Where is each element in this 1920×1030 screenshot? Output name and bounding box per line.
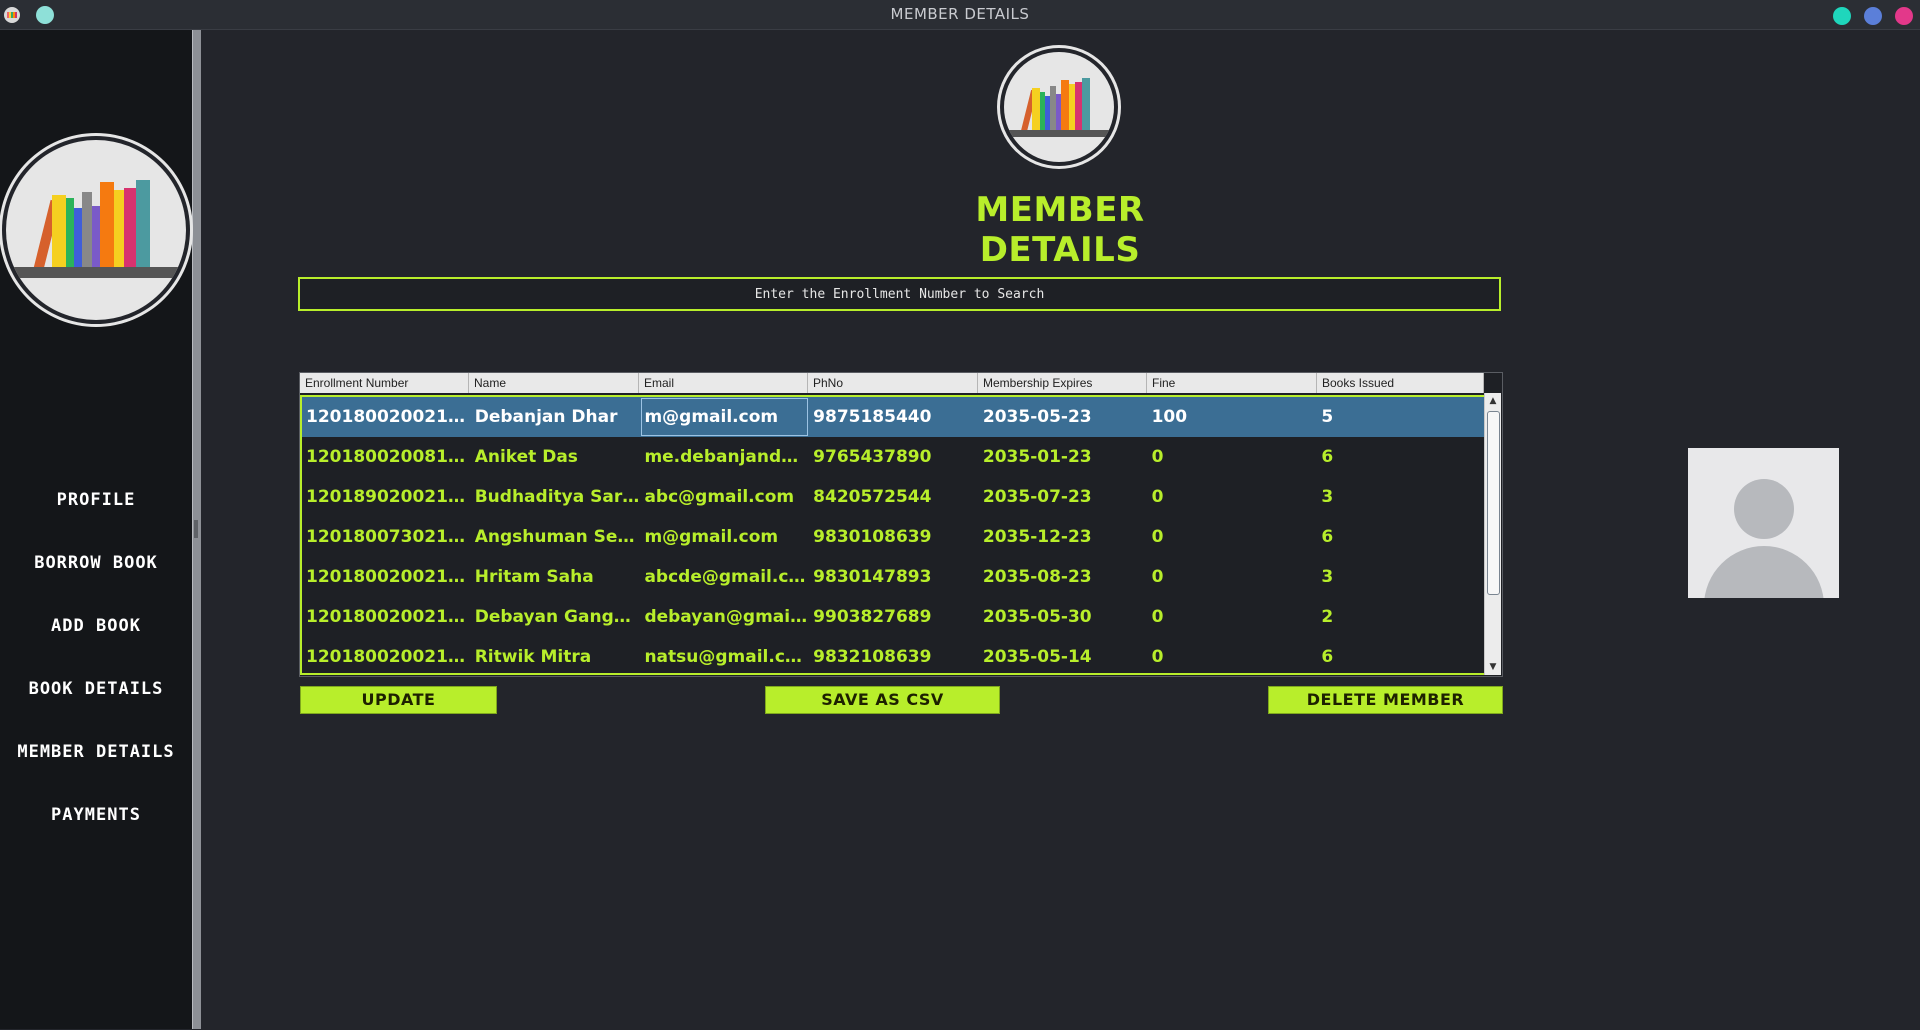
cell-books-issued[interactable]: 2 <box>1317 597 1484 637</box>
scroll-up-icon[interactable]: ▲ <box>1485 395 1501 407</box>
members-table: Enrollment Number Name Email PhNo Member… <box>299 372 1503 677</box>
window-title: MEMBER DETAILS <box>890 5 1030 23</box>
cell-expires[interactable]: 2035-12-23 <box>979 517 1148 557</box>
cell-fine[interactable]: 0 <box>1148 637 1318 673</box>
books-logo-icon <box>6 140 186 320</box>
cell-fine[interactable]: 0 <box>1148 557 1318 597</box>
cell-email[interactable]: m@gmail.com <box>640 517 809 557</box>
sidebar-item-profile[interactable]: PROFILE <box>0 490 192 510</box>
maximize-button[interactable] <box>1864 7 1882 25</box>
sidebar-item-payments[interactable]: PAYMENTS <box>0 805 192 825</box>
cell-email[interactable]: m@gmail.com <box>640 397 809 437</box>
avatar-placeholder-icon <box>1688 448 1839 598</box>
cell-fine[interactable]: 0 <box>1148 437 1318 477</box>
cell-name[interactable]: Angshuman Sen... <box>471 517 641 557</box>
delete-member-button[interactable]: DELETE MEMBER <box>1268 686 1503 714</box>
scroll-thumb[interactable] <box>1487 411 1500 595</box>
page-title: MEMBER DETAILS <box>975 190 1145 270</box>
cell-phone[interactable]: 9830108639 <box>809 517 979 557</box>
table-row[interactable]: 12018007302165 Angshuman Sen... m@gmail.… <box>302 517 1484 557</box>
cell-name[interactable]: Budhaditya Sarkar <box>471 477 641 517</box>
cell-enrollment[interactable]: 12018902002169 <box>302 477 471 517</box>
cell-name[interactable]: Debanjan Dhar <box>471 397 641 437</box>
table-row[interactable]: 12018002002165 Ritwik Mitra natsu@gmail.… <box>302 637 1484 673</box>
table-header: Enrollment Number Name Email PhNo Member… <box>300 373 1484 393</box>
cell-expires[interactable]: 2035-07-23 <box>979 477 1148 517</box>
cell-phone[interactable]: 9830147893 <box>809 557 979 597</box>
search-input[interactable] <box>298 277 1501 311</box>
cell-fine[interactable]: 0 <box>1148 477 1318 517</box>
save-csv-button[interactable]: SAVE AS CSV <box>765 686 1000 714</box>
minimize-button[interactable] <box>1833 7 1851 25</box>
cell-phone[interactable]: 9903827689 <box>809 597 979 637</box>
cell-fine[interactable]: 0 <box>1148 597 1318 637</box>
cell-enrollment[interactable]: 12018002002165 <box>302 637 471 673</box>
cell-books-issued[interactable]: 3 <box>1317 557 1484 597</box>
cell-phone[interactable]: 9832108639 <box>809 637 979 673</box>
cell-expires[interactable]: 2035-05-14 <box>979 637 1148 673</box>
column-header-books-issued[interactable]: Books Issued <box>1317 373 1484 393</box>
cell-fine[interactable]: 100 <box>1148 397 1318 437</box>
cell-enrollment[interactable]: 12018002002190 <box>302 597 471 637</box>
cell-books-issued[interactable]: 6 <box>1317 517 1484 557</box>
sidebar-item-book-details[interactable]: BOOK DETAILS <box>0 679 192 699</box>
cell-name[interactable]: Debayan Gangulky <box>471 597 641 637</box>
cell-books-issued[interactable]: 6 <box>1317 637 1484 673</box>
column-header-enrollment[interactable]: Enrollment Number <box>300 373 469 393</box>
table-row[interactable]: 12018002002190 Debayan Gangulky debayan@… <box>302 597 1484 637</box>
cell-email[interactable]: me.debanjandh... <box>640 437 809 477</box>
update-button[interactable]: UPDATE <box>300 686 497 714</box>
table-row[interactable]: 12018002002187 Hritam Saha abcde@gmail.c… <box>302 557 1484 597</box>
cell-enrollment[interactable]: 12018002008160 <box>302 437 471 477</box>
column-header-expires[interactable]: Membership Expires <box>978 373 1147 393</box>
scroll-down-icon[interactable]: ▼ <box>1485 661 1501 673</box>
table-row[interactable]: 12018002002143 Debanjan Dhar m@gmail.com… <box>302 397 1484 437</box>
column-header-email[interactable]: Email <box>639 373 808 393</box>
sidebar-item-add-book[interactable]: ADD BOOK <box>0 616 192 636</box>
cell-expires[interactable]: 2035-01-23 <box>979 437 1148 477</box>
table-body: 12018002002143 Debanjan Dhar m@gmail.com… <box>300 395 1484 675</box>
cell-email[interactable]: natsu@gmail.com <box>640 637 809 673</box>
table-scrollbar[interactable]: ▲ ▼ <box>1484 393 1501 675</box>
split-pane-grip[interactable] <box>194 520 198 538</box>
cell-enrollment[interactable]: 12018002002187 <box>302 557 471 597</box>
cell-email[interactable]: abcde@gmail.com <box>640 557 809 597</box>
column-header-fine[interactable]: Fine <box>1147 373 1317 393</box>
cell-enrollment[interactable]: 12018007302165 <box>302 517 471 557</box>
cell-email[interactable]: abc@gmail.com <box>640 477 809 517</box>
table-row[interactable]: 12018902002169 Budhaditya Sarkar abc@gma… <box>302 477 1484 517</box>
cell-enrollment[interactable]: 12018002002143 <box>302 397 471 437</box>
cell-books-issued[interactable]: 5 <box>1317 397 1484 437</box>
cell-books-issued[interactable]: 6 <box>1317 437 1484 477</box>
cell-phone[interactable]: 9765437890 <box>809 437 979 477</box>
cell-phone[interactable]: 9875185440 <box>809 397 979 437</box>
title-bar: MEMBER DETAILS <box>0 0 1920 30</box>
table-row[interactable]: 12018002008160 Aniket Das me.debanjandh.… <box>302 437 1484 477</box>
sidebar-item-member-details[interactable]: MEMBER DETAILS <box>0 742 192 762</box>
sidebar-item-borrow-book[interactable]: BORROW BOOK <box>0 553 192 573</box>
column-header-phone[interactable]: PhNo <box>808 373 978 393</box>
books-logo-icon <box>1004 52 1114 162</box>
cell-expires[interactable]: 2035-08-23 <box>979 557 1148 597</box>
cell-name[interactable]: Aniket Das <box>471 437 641 477</box>
cell-fine[interactable]: 0 <box>1148 517 1318 557</box>
cell-books-issued[interactable]: 3 <box>1317 477 1484 517</box>
cell-name[interactable]: Ritwik Mitra <box>471 637 641 673</box>
cell-phone[interactable]: 8420572544 <box>809 477 979 517</box>
cell-email[interactable]: debayan@gmail.... <box>640 597 809 637</box>
column-header-name[interactable]: Name <box>469 373 639 393</box>
close-button[interactable] <box>1895 7 1913 25</box>
cell-name[interactable]: Hritam Saha <box>471 557 641 597</box>
cell-expires[interactable]: 2035-05-30 <box>979 597 1148 637</box>
cell-expires[interactable]: 2035-05-23 <box>979 397 1148 437</box>
